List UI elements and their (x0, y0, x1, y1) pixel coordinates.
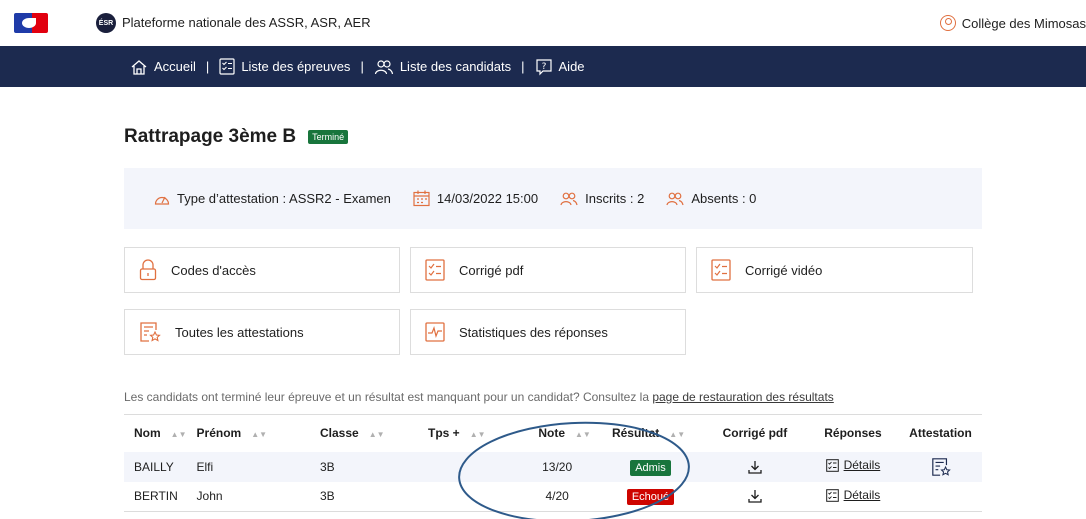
school-name: Collège des Mimosas (961, 15, 1086, 31)
info-inscrits: Inscrits : 2 (560, 191, 644, 206)
info-absents: Absents : 0 (666, 191, 756, 206)
details-link[interactable]: Détails (825, 488, 880, 502)
sort-icon: ▲▼ (575, 430, 591, 440)
table-row: BAILLY Elfi 3B 13/20 Admis Détails (124, 451, 982, 482)
sort-icon: ▲▼ (251, 430, 268, 440)
users-icon (666, 192, 684, 205)
nav-separator: | (360, 59, 364, 74)
cell-prenom: John (186, 481, 314, 512)
col-note[interactable]: Note ▲▼ (516, 414, 598, 452)
details-link[interactable]: Détails (825, 458, 880, 472)
certificate-star-icon[interactable] (931, 457, 951, 477)
certificate-star-icon (140, 322, 161, 342)
cell-reponses: Détails (806, 451, 900, 482)
cell-classe: 3B (314, 451, 422, 482)
svg-text:?: ? (541, 62, 546, 72)
gauge-icon (154, 196, 170, 205)
school-account[interactable]: Collège des Mimosas (939, 15, 1086, 31)
cell-corrige (702, 481, 807, 512)
esr-logo[interactable]: ÉSR (96, 13, 116, 33)
table-header-row: Nom ▲▼ Prénom ▲▼ Classe ▲▼ Tps + ▲▼ Note ▲▼ R… (124, 414, 982, 452)
cell-note: 4/20 (516, 481, 598, 512)
tile-corrige-video[interactable]: Corrigé vidéo (696, 247, 973, 293)
col-reponses: Réponses (806, 414, 900, 452)
user-icon (939, 15, 956, 31)
table-row: BERTIN John 3B 4/20 Echoué Détails (124, 481, 982, 512)
calendar-icon (413, 190, 430, 207)
tile-toutes-attestations[interactable]: Toutes les attestations (124, 309, 400, 355)
cell-attestation (899, 451, 982, 482)
tile-codes-acces[interactable]: Codes d'accès (124, 247, 400, 293)
status-badge: Terminé (308, 130, 349, 144)
col-corrige-pdf: Corrigé pdf (702, 414, 807, 452)
marianne-flag-logo[interactable] (14, 13, 48, 33)
download-icon[interactable] (747, 459, 763, 475)
exam-title: Rattrapage 3ème B (124, 126, 297, 147)
result-badge-success: Admis (630, 459, 671, 476)
checklist-icon (219, 58, 235, 75)
cell-attestation (899, 481, 982, 512)
cell-classe: 3B (314, 481, 422, 512)
col-classe[interactable]: Classe ▲▼ (314, 414, 422, 452)
restore-results-link[interactable]: page de restauration des résultats (652, 390, 833, 404)
sort-icon: ▲▼ (170, 430, 187, 440)
col-tps[interactable]: Tps + ▲▼ (422, 414, 517, 452)
nav-separator: | (205, 59, 210, 74)
candidates-table: Nom ▲▼ Prénom ▲▼ Classe ▲▼ Tps + ▲▼ Note ▲▼ R… (124, 414, 982, 512)
cell-reponses: Détails (806, 481, 900, 512)
cell-nom: BERTIN (124, 481, 187, 512)
col-nom[interactable]: Nom ▲▼ (124, 414, 187, 452)
nav-liste-epreuves[interactable]: Liste des épreuves (219, 58, 350, 75)
main-navbar: Accueil | Liste des épreuves | Liste des… (0, 46, 1086, 87)
restore-notice: Les candidats ont terminé leur épreuve e… (124, 390, 834, 404)
cell-tps (422, 451, 517, 482)
cell-nom: BAILLY (124, 451, 187, 482)
users-icon (560, 192, 578, 205)
checklist-icon (825, 458, 839, 472)
checklist-icon (825, 488, 839, 502)
page-title: Rattrapage 3ème B Terminé (124, 126, 349, 148)
top-header: ÉSR Plateforme nationale des ASSR, ASR, … (0, 0, 1086, 46)
result-badge-error: Echoué (626, 489, 675, 506)
sort-icon: ▲▼ (669, 430, 686, 440)
col-attestation: Attestation (899, 414, 982, 452)
checklist-icon (711, 259, 731, 281)
exam-info-panel: Type d’attestation : ASSR2 - Examen 14/0… (124, 168, 982, 229)
chart-pulse-icon (425, 322, 445, 342)
sort-icon: ▲▼ (469, 430, 486, 440)
cell-tps (422, 481, 517, 512)
cell-corrige (702, 451, 807, 482)
nav-separator: | (521, 59, 525, 74)
nav-liste-candidats[interactable]: Liste des candidats (374, 59, 511, 75)
cell-note: 13/20 (516, 451, 598, 482)
home-icon (131, 59, 147, 75)
cell-resultat: Echoué (597, 481, 703, 512)
lock-icon (139, 259, 157, 281)
checklist-icon (425, 259, 445, 281)
col-prenom[interactable]: Prénom ▲▼ (186, 414, 314, 452)
users-icon (374, 59, 393, 74)
tile-statistiques[interactable]: Statistiques des réponses (410, 309, 686, 355)
col-resultat[interactable]: Résultat ▲▼ (597, 414, 703, 452)
cell-prenom: Elfi (186, 451, 314, 482)
download-icon[interactable] (747, 488, 763, 504)
sort-icon: ▲▼ (368, 430, 385, 440)
help-icon: ? (535, 58, 552, 75)
nav-aide[interactable]: ? Aide (535, 58, 585, 76)
nav-accueil[interactable]: Accueil (130, 59, 196, 75)
site-title[interactable]: Plateforme nationale des ASSR, ASR, AER (122, 15, 371, 30)
cell-resultat: Admis (597, 451, 703, 482)
info-date: 14/03/2022 15:00 (413, 190, 538, 207)
tile-corrige-pdf[interactable]: Corrigé pdf (410, 247, 686, 293)
info-type: Type d’attestation : ASSR2 - Examen (154, 191, 391, 206)
